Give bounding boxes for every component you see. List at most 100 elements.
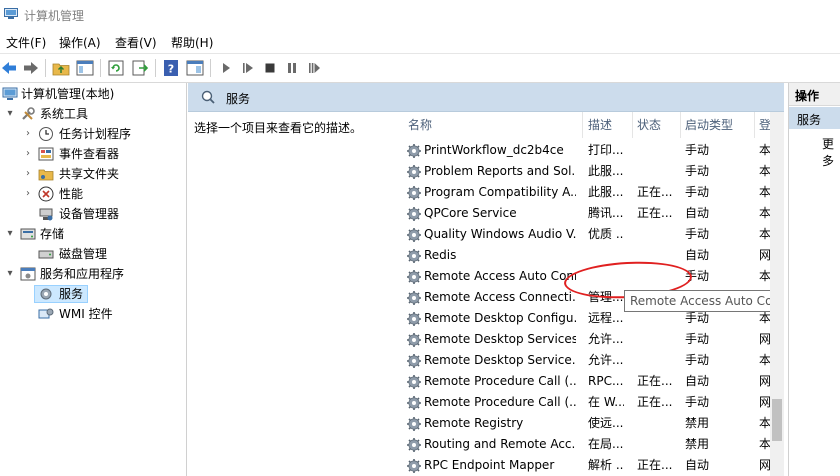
- tree-label: WMI 控件: [59, 307, 113, 321]
- expand-arrow-icon[interactable]: ›: [22, 144, 34, 164]
- magnifier-icon: [201, 90, 215, 104]
- sort-ascending-icon: ^: [486, 112, 495, 119]
- service-name: Remote Access Connecti...: [424, 290, 576, 304]
- service-startup-type: 手动: [685, 332, 710, 346]
- service-name: Redis: [424, 248, 457, 262]
- scrollbar-thumb[interactable]: [772, 399, 782, 441]
- service-row[interactable]: PrintWorkflow_dc2b4ce 打印... 手动本: [392, 140, 784, 161]
- expand-arrow-icon[interactable]: ›: [22, 184, 34, 204]
- collapse-arrow-icon[interactable]: ▾: [4, 264, 16, 284]
- column-divider[interactable]: [680, 112, 681, 138]
- service-description: 允许...: [588, 332, 624, 346]
- service-row[interactable]: RPC Endpoint Mapper 解析 ... 正在... 自动网: [392, 455, 784, 476]
- show-tree-icon[interactable]: [76, 59, 94, 77]
- column-header-startup-type[interactable]: 启动类型: [685, 116, 733, 133]
- service-status: 正在...: [637, 395, 673, 409]
- service-row[interactable]: Remote Desktop Service... 允许... 手动本: [392, 350, 784, 371]
- export-icon[interactable]: [131, 59, 149, 77]
- svg-text:?: ?: [168, 63, 174, 76]
- expand-arrow-icon[interactable]: ›: [22, 124, 34, 144]
- service-row[interactable]: Remote Procedure Call (... RPC... 正在... 自动网: [392, 371, 784, 392]
- service-name: Remote Desktop Service...: [424, 353, 576, 367]
- help-icon[interactable]: ?: [162, 59, 180, 77]
- service-row[interactable]: Quality Windows Audio V... 优质 ... 手动本: [392, 224, 784, 245]
- column-header-status[interactable]: 状态: [637, 116, 661, 133]
- storage-icon: [20, 228, 36, 240]
- tree-label: 计算机管理(本地): [21, 87, 115, 101]
- service-row[interactable]: Remote Procedure Call (... 在 W... 正在... 手动网: [392, 392, 784, 413]
- actions-pane: 操作 服务 更多: [788, 83, 840, 476]
- actions-section[interactable]: 服务: [789, 107, 840, 129]
- computer-management-icon: [4, 8, 18, 19]
- service-startup-type: 禁用: [685, 437, 710, 451]
- menu-action[interactable]: 操作(A): [59, 34, 101, 51]
- service-description: 此服...: [588, 185, 624, 199]
- device-manager-icon: [39, 208, 53, 221]
- service-row[interactable]: Remote Desktop Services 允许... 手动网: [392, 329, 784, 350]
- column-header-description[interactable]: 描述: [588, 116, 612, 133]
- service-gear-icon: [406, 416, 422, 432]
- tools-icon: [22, 107, 35, 120]
- service-description: 此服...: [588, 164, 624, 178]
- column-divider[interactable]: [632, 112, 633, 138]
- collapse-arrow-icon[interactable]: ▾: [4, 224, 16, 244]
- service-gear-icon: [406, 185, 422, 201]
- column-divider[interactable]: [582, 112, 583, 138]
- service-startup-type: 手动: [685, 164, 710, 178]
- service-status: 正在...: [637, 206, 673, 220]
- refresh-icon[interactable]: [107, 59, 125, 77]
- menu-bar: 文件(F) 操作(A) 查看(V) 帮助(H): [0, 30, 840, 52]
- service-row[interactable]: Remote Registry 使远... 禁用本: [392, 413, 784, 434]
- expand-arrow-icon[interactable]: ›: [22, 164, 34, 184]
- service-gear-icon: [406, 353, 422, 369]
- service-startup-type: 手动: [685, 143, 710, 157]
- menu-view[interactable]: 查看(V): [115, 34, 157, 51]
- description-area: 选择一个项目来查看它的描述。: [188, 112, 392, 476]
- tree-label: 服务和应用程序: [40, 267, 125, 281]
- menu-file[interactable]: 文件(F): [6, 34, 46, 51]
- service-gear-icon: [406, 164, 422, 180]
- service-name: RPC Endpoint Mapper: [424, 458, 555, 472]
- actions-title: 操作: [795, 89, 820, 103]
- column-divider[interactable]: [754, 112, 755, 138]
- service-startup-type: 自动: [685, 374, 710, 388]
- service-row[interactable]: Routing and Remote Acc... 在局... 禁用本: [392, 434, 784, 455]
- service-startup-type: 自动: [685, 248, 710, 262]
- service-startup-type: 手动: [685, 395, 710, 409]
- restart-service-icon[interactable]: [305, 59, 323, 77]
- service-gear-icon: [406, 332, 422, 348]
- service-description: 远程...: [588, 311, 624, 325]
- tree-label: 性能: [59, 187, 84, 201]
- more-actions-link[interactable]: 更多: [822, 135, 840, 169]
- back-icon[interactable]: [0, 59, 18, 77]
- service-description: 使远...: [588, 416, 624, 430]
- services-pane: 服务 选择一个项目来查看它的描述。 ^ 名称 描述 状态 启动类型 登 Prin…: [188, 83, 784, 476]
- start-service-alt-icon[interactable]: [239, 59, 257, 77]
- up-folder-icon[interactable]: [52, 59, 70, 77]
- properties-icon[interactable]: [186, 59, 204, 77]
- service-row[interactable]: Program Compatibility A... 此服... 正在... 手动本: [392, 182, 784, 203]
- menu-help[interactable]: 帮助(H): [171, 34, 213, 51]
- tree-label: 存储: [40, 227, 65, 241]
- column-header-name[interactable]: 名称: [408, 116, 432, 133]
- service-row[interactable]: QPCore Service 腾讯... 正在... 自动本: [392, 203, 784, 224]
- service-row[interactable]: Problem Reports and Sol... 此服... 手动本: [392, 161, 784, 182]
- pause-service-icon[interactable]: [283, 59, 301, 77]
- service-startup-type: 手动: [685, 269, 710, 283]
- forward-icon[interactable]: [22, 59, 40, 77]
- pane-title: 服务: [226, 92, 251, 106]
- service-gear-icon: [406, 248, 422, 264]
- service-startup-type: 手动: [685, 227, 710, 241]
- console-tree: 计算机管理(本地) ▾ 系统工具 › 任务计划程序 › 事件查看器 › 共享文件…: [0, 83, 187, 476]
- start-service-icon[interactable]: [217, 59, 235, 77]
- service-gear-icon: [406, 311, 422, 327]
- tooltip: Remote Access Auto Connection Manager: [624, 290, 784, 312]
- service-row[interactable]: Redis 自动网: [392, 245, 784, 266]
- vertical-scrollbar[interactable]: [770, 112, 784, 476]
- stop-service-icon[interactable]: [261, 59, 279, 77]
- collapse-arrow-icon[interactable]: ▾: [4, 104, 16, 124]
- tree-label: 设备管理器: [59, 207, 120, 221]
- service-name: Remote Registry: [424, 416, 524, 430]
- service-description: 允许...: [588, 353, 624, 367]
- service-gear-icon: [406, 227, 422, 243]
